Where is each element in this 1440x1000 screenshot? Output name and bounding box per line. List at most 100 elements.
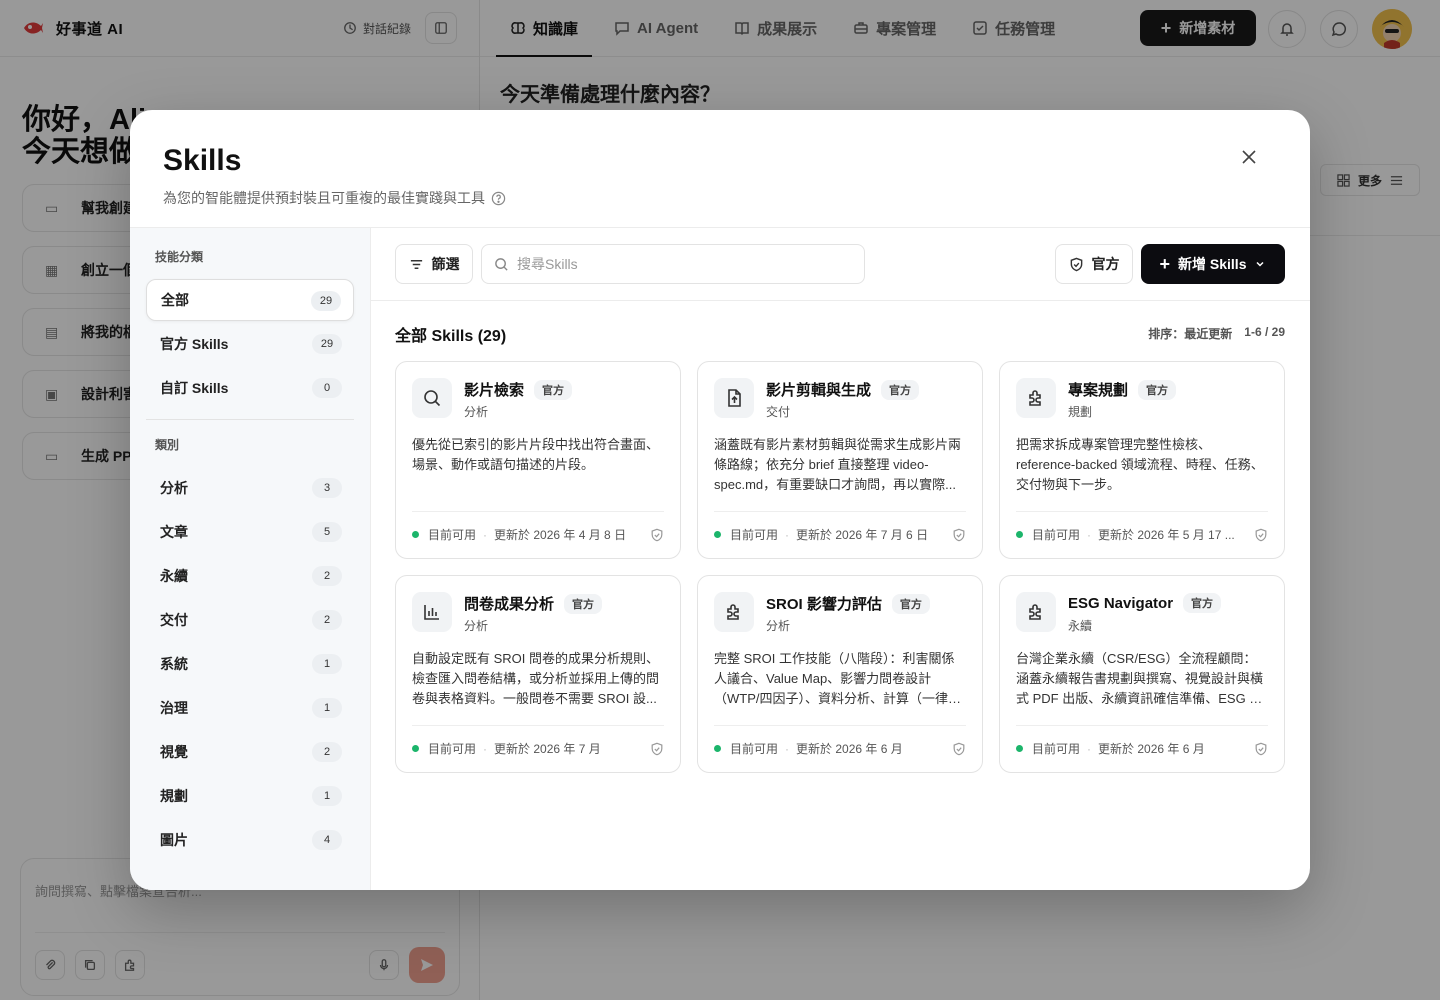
sidebar-item-category[interactable]: 規劃 1 [146,775,354,817]
skill-category: 永續 [1068,619,1093,633]
sidebar-item-category[interactable]: 系統 1 [146,643,354,685]
sidebar-item-custom[interactable]: 自訂 Skills 0 [146,367,354,409]
skills-toolbar: 篩選 官方 + 新增 Skills [371,228,1310,301]
sidebar-item-category[interactable]: 視覺 2 [146,731,354,773]
sidebar-item-official[interactable]: 官方 Skills 29 [146,323,354,365]
count-badge: 1 [312,698,342,718]
official-badge: 官方 [564,593,603,614]
skill-description: 台灣企業永續（CSR/ESG）全流程顧問：涵蓋永續報告書規劃與撰寫、視覺設計與橫… [1016,651,1264,706]
status-text: 目前可用 [428,528,477,542]
count-badge: 2 [312,566,342,586]
shield-icon [1254,528,1268,542]
updated-text: 更新於 2026 年 6 月 [796,742,903,756]
shield-icon [1254,742,1268,756]
divider [146,419,354,420]
close-icon [1242,150,1256,164]
search-icon [424,390,441,407]
updated-text: 更新於 2026 年 6 月 [1098,742,1205,756]
puzzle-icon [1029,604,1041,620]
skill-description: 把需求拆成專案管理完整性檢核、reference-backed 領域流程、時程、… [1016,437,1264,492]
updated-text: 更新於 2026 年 7 月 6 日 [796,528,929,542]
sidebar-item-category[interactable]: 交付 2 [146,599,354,641]
skills-main: 篩選 官方 + 新增 Skills 全部 Skills (29) 排序：最近更新… [371,228,1310,890]
file-upload-icon [728,389,741,407]
shield-icon [650,528,664,542]
status-dot [1016,531,1023,538]
count-badge: 2 [312,610,342,630]
skill-description: 優先從已索引的影片片段中找出符合畫面、場景、動作或語句描述的片段。 [412,437,660,472]
skill-title: 問卷成果分析 [464,596,555,613]
status-dot [714,745,721,752]
shield-icon [650,742,664,756]
count-badge: 29 [311,291,341,311]
skill-title: ESG Navigator [1068,594,1174,612]
skill-description: 完整 SROI 工作技能（八階段）：利害關係人議合、Value Map、影響力問… [714,651,955,706]
sidebar-item-category[interactable]: 治理 1 [146,687,354,729]
updated-text: 更新於 2026 年 5 月 17 ... [1098,528,1235,542]
status-text: 目前可用 [730,742,779,756]
bar-chart-icon [424,605,439,620]
range-label: 1-6 / 29 [1244,325,1285,339]
skill-card[interactable]: 影片剪輯與生成 官方 交付 涵蓋既有影片素材剪輯與從需求生成影片兩條路線；依充分 … [697,361,983,559]
skill-card[interactable]: 專案規劃 官方 規劃 把需求拆成專案管理完整性檢核、reference-backe… [999,361,1285,559]
skill-title: 影片剪輯與生成 [766,382,872,399]
skill-card[interactable]: ESG Navigator 官方 永續 台灣企業永續（CSR/ESG）全流程顧問：… [999,575,1285,773]
count-badge: 1 [312,786,342,806]
search-icon [495,257,508,271]
filter-icon [410,259,422,269]
skill-description: 涵蓋既有影片素材剪輯與從需求生成影片兩條路線；依充分 brief 直接整理 vi… [714,437,962,492]
list-heading: 全部 Skills (29) [395,328,507,345]
count-badge: 29 [312,334,342,354]
skill-card[interactable]: 影片檢索 官方 分析 優先從已索引的影片片段中找出符合畫面、場景、動作或語句描述的… [395,361,681,559]
skill-category: 分析 [766,619,791,633]
official-badge: 官方 [891,593,930,614]
count-badge: 4 [312,830,342,850]
sidebar-item-all[interactable]: 全部 29 [146,279,354,321]
skill-category: 交付 [766,405,791,419]
skill-title: SROI 影響力評估 [766,596,882,613]
updated-text: 更新於 2026 年 4 月 8 日 [494,528,627,542]
sidebar-item-category[interactable]: 永續 2 [146,555,354,597]
official-badge: 官方 [881,379,920,400]
skill-title: 影片檢索 [464,382,525,399]
skill-description: 自動設定既有 SROI 問卷的成果分析規則、檢查匯入問卷結構，或分析並採用上傳的… [412,651,660,706]
count-badge: 2 [312,742,342,762]
sidebar-item-category[interactable]: 文章 5 [146,511,354,553]
skills-grid: 影片檢索 官方 分析 優先從已索引的影片片段中找出符合畫面、場景、動作或語句描述的… [395,361,1285,773]
status-text: 目前可用 [730,528,779,542]
skill-category: 分析 [464,619,489,633]
modal-title: Skills [163,144,242,177]
skill-card[interactable]: 問卷成果分析 官方 分析 自動設定既有 SROI 問卷的成果分析規則、檢查匯入問卷… [395,575,681,773]
sort-dropdown[interactable]: 排序：最近更新 [1148,325,1232,342]
sort-info: 排序：最近更新 1-6 / 29 [1148,325,1285,342]
updated-text: 更新於 2026 年 7 月 [494,742,601,756]
modal-subtitle: 為您的智能體提供預封裝且可重複的最佳實踐與工具 [163,188,506,208]
status-dot [714,531,721,538]
close-button[interactable] [1238,146,1260,168]
count-badge: 1 [312,654,342,674]
section-heading: 技能分類 [155,250,204,264]
skill-category: 規劃 [1068,405,1093,419]
search-input[interactable] [517,256,837,272]
official-badge: 官方 [1138,379,1177,400]
official-filter-button[interactable]: 官方 [1055,244,1133,284]
skill-category: 分析 [464,405,489,419]
filter-button[interactable]: 篩選 [395,244,473,284]
section-heading: 類別 [155,438,180,452]
skill-card[interactable]: SROI 影響力評估 官方 分析 完整 SROI 工作技能（八階段）：利害關係人議… [697,575,983,773]
status-dot [412,745,419,752]
sidebar-item-category[interactable]: 分析 3 [146,467,354,509]
puzzle-icon [727,604,739,620]
count-badge: 3 [312,478,342,498]
count-badge: 0 [312,378,342,398]
sidebar-item-category[interactable]: 圖片 4 [146,819,354,861]
chevron-down-icon [1256,261,1265,267]
skills-modal: Skills 為您的智能體提供預封裝且可重複的最佳實踐與工具 技能分類 全部 29… [130,110,1310,890]
modal-header: Skills 為您的智能體提供預封裝且可重複的最佳實踐與工具 [130,110,1310,228]
official-badge: 官方 [534,379,573,400]
status-dot [1016,745,1023,752]
skills-sidebar: 技能分類 全部 29 官方 Skills 29 自訂 Skills 0 類別 分析 3 … [130,228,371,890]
skill-title: 專案規劃 [1068,382,1129,399]
count-badge: 5 [312,522,342,542]
add-skills-button[interactable]: + 新增 Skills [1141,244,1285,284]
